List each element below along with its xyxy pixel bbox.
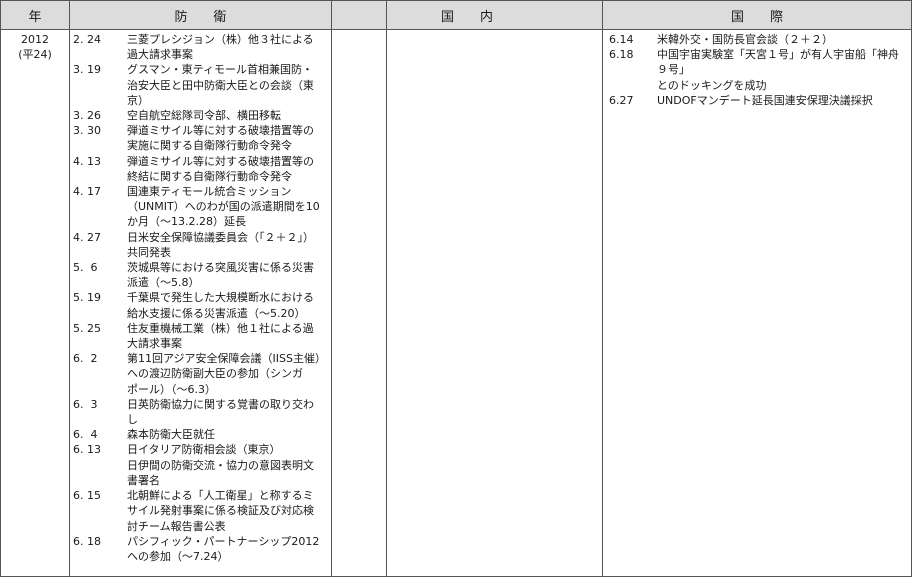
entry-text: 空自航空総隊司令部、横田移転 (127, 109, 281, 123)
header-year: 年 (1, 1, 69, 30)
column-divider (331, 1, 332, 576)
header-defense: 防 衛 (70, 1, 331, 30)
entry-date: 3. 26 (73, 109, 101, 123)
entry-date: 6.18 (609, 48, 634, 62)
entry-date: 6. 2 (73, 352, 98, 366)
entry-date: 5. 6 (73, 261, 98, 275)
entry-date: 6.14 (609, 33, 634, 46)
entry-text: 三菱プレシジョン（株）他３社による 過大請求事案 (127, 33, 314, 62)
header-domestic-label: 国 内 (440, 9, 493, 25)
entry-text: 弾道ミサイル等に対する破壊措置等の 実施に関する自衛隊行動命令発令 (127, 124, 314, 153)
entry-text: 第11回アジア安全保障会議（IISS主催） への渡辺防衛副大臣の参加（シンガ ポ… (127, 352, 327, 396)
entry-date: 5. 25 (73, 321, 101, 335)
list-item: 6.14 米韓外交・国防長官会談（２＋２） (609, 32, 907, 47)
header-domestic: 国 内 (332, 1, 602, 30)
list-item: 6. 18 パシフィック・パートナーシップ2012 への参加（～7.24） (73, 534, 331, 564)
list-item: 6.27 UNDOFマンデート延長国連安保理決議採択 (609, 93, 907, 108)
entry-text: 茨城県等における突風災害に係る災害 派遣（～5.8） (127, 261, 314, 290)
column-divider (386, 1, 387, 576)
year-cell: 2012 (平24) (1, 30, 69, 62)
header-international-label: 国 際 (730, 9, 783, 25)
international-column: 6.14 米韓外交・国防長官会談（２＋２） 6.18 中国宇宙実験室「天宮１号」が有人… (609, 32, 907, 108)
entry-date: 6. 3 (73, 397, 98, 411)
entry-date: 4. 27 (73, 230, 101, 244)
entry-text: 北朝鮮による「人工衛星」と称するミ サイル発射事案に係る検証及び対応検 討チーム… (127, 489, 314, 533)
entry-date: 6.27 (609, 93, 634, 107)
list-item: 5. 19 千葉県で発生した大規模断水における 給水支援に係る災害派遣（～5.20… (73, 290, 331, 320)
list-item: 3. 26 空自航空総隊司令部、横田移転 (73, 108, 331, 123)
entry-date: 6. 15 (73, 489, 101, 503)
column-divider (602, 1, 603, 576)
entry-text: 日英防衛協力に関する覚書の取り交わ し (127, 397, 314, 427)
list-item: 6. 2 第11回アジア安全保障会議（IISS主催） への渡辺防衛副大臣の参加（シ… (73, 351, 331, 397)
entry-date: 2. 24 (73, 33, 101, 46)
year-japanese: (平24) (18, 48, 52, 61)
list-item: 5. 25 住友重機械工業（株）他１社による過 大請求事案 (73, 321, 331, 351)
header-international: 国 際 (603, 1, 911, 30)
chronology-table: 年 防 衛 国 内 国 際 2012 (平24) 2. 24 三菱プレシジョン（株… (0, 0, 912, 577)
entry-date: 4. 17 (73, 185, 101, 199)
year-western: 2012 (21, 33, 49, 46)
entry-date: 4. 13 (73, 154, 101, 168)
list-item: 5. 6 茨城県等における突風災害に係る災害 派遣（～5.8） (73, 260, 331, 290)
defense-column: 2. 24 三菱プレシジョン（株）他３社による 過大請求事案 3. 19 グスマン・東… (73, 32, 331, 564)
list-item: 6. 15 北朝鮮による「人工衛星」と称するミ サイル発射事案に係る検証及び対応検… (73, 488, 331, 534)
entry-text: グスマン・東ティモール首相兼国防・ 治安大臣と田中防衛大臣との会談（東 京） (127, 63, 314, 107)
entry-text: 森本防衛大臣就任 (127, 428, 215, 442)
list-item: 6.18 中国宇宙実験室「天宮１号」が有人宇宙船「神舟９号」 とのドッキングを成功 (609, 47, 907, 93)
list-item: 4. 17 国連東ティモール統合ミッション （UNMIT）へのわが国の派遣期間を1… (73, 184, 331, 230)
list-item: 3. 19 グスマン・東ティモール首相兼国防・ 治安大臣と田中防衛大臣との会談（東… (73, 62, 331, 108)
list-item: 6. 3 日英防衛協力に関する覚書の取り交わ し (73, 397, 331, 427)
list-item: 6. 13 日イタリア防衛相会談（東京） 日伊間の防衛交流・協力の意図表明文 書署… (73, 442, 331, 488)
header-year-label: 年 (28, 9, 42, 25)
entry-text: 住友重機械工業（株）他１社による過 大請求事案 (127, 321, 314, 351)
entry-text: UNDOFマンデート延長国連安保理決議採択 (657, 93, 873, 107)
entry-text: 米韓外交・国防長官会談（２＋２） (657, 33, 833, 46)
list-item: 4. 27 日米安全保障協議委員会（「２＋２」） 共同発表 (73, 230, 331, 260)
entry-date: 3. 30 (73, 124, 101, 138)
entry-text: パシフィック・パートナーシップ2012 への参加（～7.24） (127, 534, 320, 563)
entry-text: 国連東ティモール統合ミッション （UNMIT）へのわが国の派遣期間を10 か月（… (127, 185, 320, 229)
entry-date: 6. 13 (73, 443, 101, 457)
list-item: 4. 13 弾道ミサイル等に対する破壊措置等の 終結に関する自衛隊行動命令発令 (73, 154, 331, 184)
list-item: 3. 30 弾道ミサイル等に対する破壊措置等の 実施に関する自衛隊行動命令発令 (73, 123, 331, 153)
entry-date: 3. 19 (73, 63, 101, 77)
column-divider (69, 1, 70, 576)
entry-date: 6. 18 (73, 534, 101, 548)
entry-text: 中国宇宙実験室「天宮１号」が有人宇宙船「神舟９号」 とのドッキングを成功 (657, 48, 899, 92)
header-defense-label: 防 衛 (174, 9, 227, 25)
list-item: 6. 4 森本防衛大臣就任 (73, 427, 331, 442)
entry-text: 弾道ミサイル等に対する破壊措置等の 終結に関する自衛隊行動命令発令 (127, 154, 314, 183)
list-item: 2. 24 三菱プレシジョン（株）他３社による 過大請求事案 (73, 32, 331, 62)
entry-text: 日米安全保障協議委員会（「２＋２」） 共同発表 (127, 230, 314, 259)
entry-date: 5. 19 (73, 291, 101, 305)
entry-text: 千葉県で発生した大規模断水における 給水支援に係る災害派遣（～5.20） (127, 291, 314, 320)
entry-text: 日イタリア防衛相会談（東京） 日伊間の防衛交流・協力の意図表明文 書署名 (127, 443, 314, 487)
entry-date: 6. 4 (73, 428, 98, 442)
